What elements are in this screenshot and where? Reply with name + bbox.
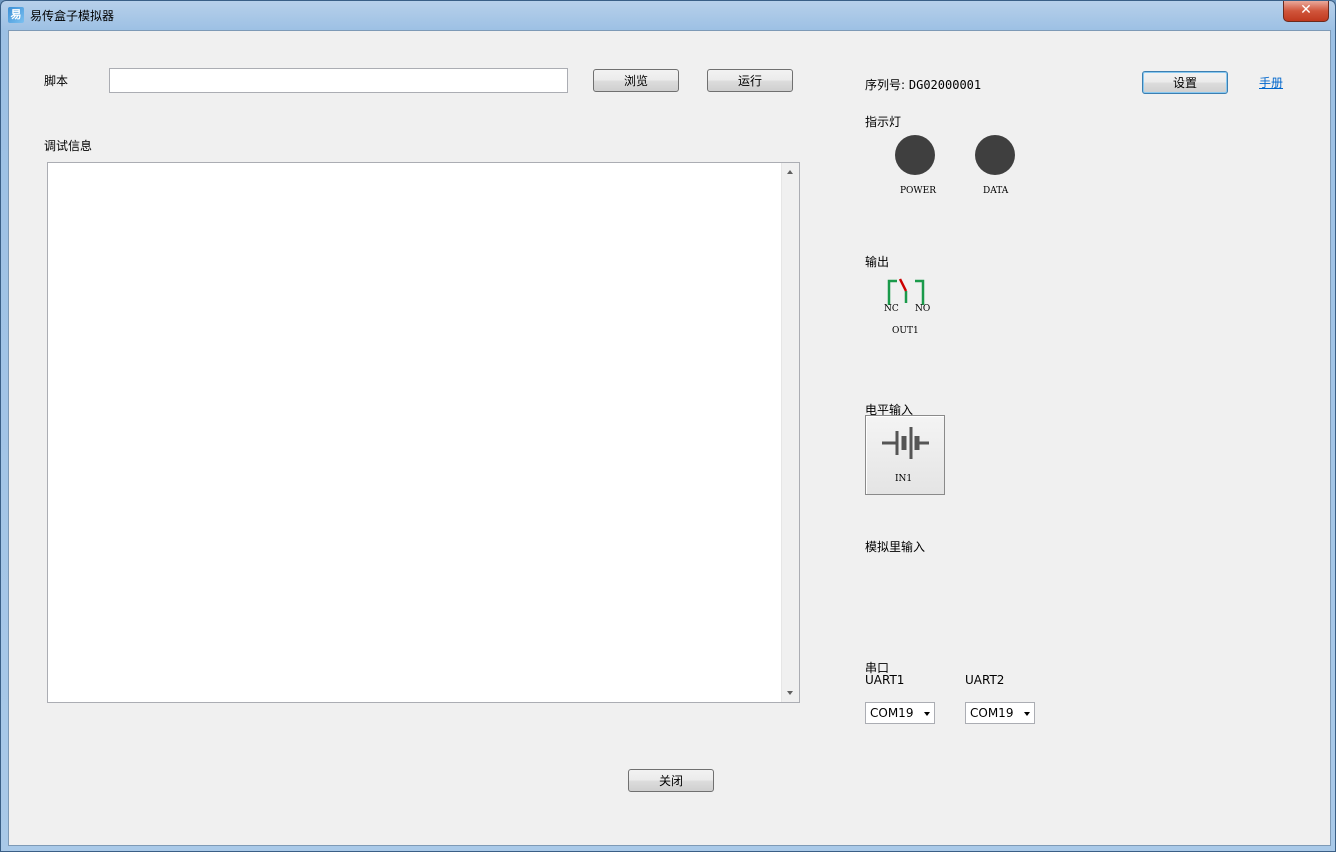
uart1-select[interactable]: COM19: [865, 702, 935, 724]
relay-no-label: NO: [915, 304, 931, 314]
indicators-label: 指示灯: [865, 115, 902, 129]
relay-switch-icon[interactable]: [881, 273, 931, 307]
scroll-up-icon[interactable]: [787, 170, 793, 174]
data-led-icon: [975, 135, 1015, 175]
serial-number-label: 序列号: DG02000001: [865, 76, 981, 93]
serial-number-prefix: 序列号:: [865, 78, 906, 92]
uart1-selected-value: COM19: [870, 706, 914, 720]
in1-button[interactable]: IN1: [865, 415, 945, 495]
uart2-select[interactable]: COM19: [965, 702, 1035, 724]
scroll-down-icon[interactable]: [787, 691, 793, 695]
close-button[interactable]: 关闭: [628, 769, 714, 792]
uart2-label: UART2: [965, 673, 1005, 687]
settings-button[interactable]: 设置: [1142, 71, 1228, 94]
chevron-down-icon[interactable]: [924, 712, 930, 716]
browse-button[interactable]: 浏览: [593, 69, 679, 92]
serial-number-value: DG02000001: [908, 78, 982, 92]
app-window: 易 易传盒子模拟器 ✕ 脚本 浏览 运行 调试信息 序列号: DG0200000…: [0, 0, 1336, 852]
window-title: 易传盒子模拟器: [30, 9, 115, 23]
battery-icon: [882, 427, 929, 459]
uart1-label: UART1: [865, 673, 905, 687]
analog-input-label: 模拟里输入: [865, 540, 926, 554]
in1-label: IN1: [895, 474, 913, 484]
debug-output-area[interactable]: [47, 162, 800, 703]
power-led-icon: [895, 135, 935, 175]
debug-label: 调试信息: [44, 139, 93, 153]
window-close-button[interactable]: ✕: [1283, 1, 1329, 22]
title-bar[interactable]: 易 易传盒子模拟器 ✕: [1, 1, 1335, 30]
script-label: 脚本: [44, 74, 69, 88]
relay-name-label: OUT1: [892, 326, 919, 336]
uart2-selected-value: COM19: [970, 706, 1014, 720]
power-led-label: POWER: [900, 186, 937, 196]
run-button[interactable]: 运行: [707, 69, 793, 92]
manual-link[interactable]: 手册: [1259, 74, 1283, 91]
output-label: 输出: [865, 255, 890, 269]
relay-nc-label: NC: [884, 304, 899, 314]
client-area: 脚本 浏览 运行 调试信息 序列号: DG02000001 设置 手册 指示灯 …: [8, 30, 1331, 846]
script-path-input[interactable]: [109, 68, 568, 93]
data-led-label: DATA: [983, 186, 1009, 196]
app-icon: 易: [8, 7, 24, 23]
debug-scrollbar[interactable]: [781, 163, 799, 702]
chevron-down-icon[interactable]: [1024, 712, 1030, 716]
